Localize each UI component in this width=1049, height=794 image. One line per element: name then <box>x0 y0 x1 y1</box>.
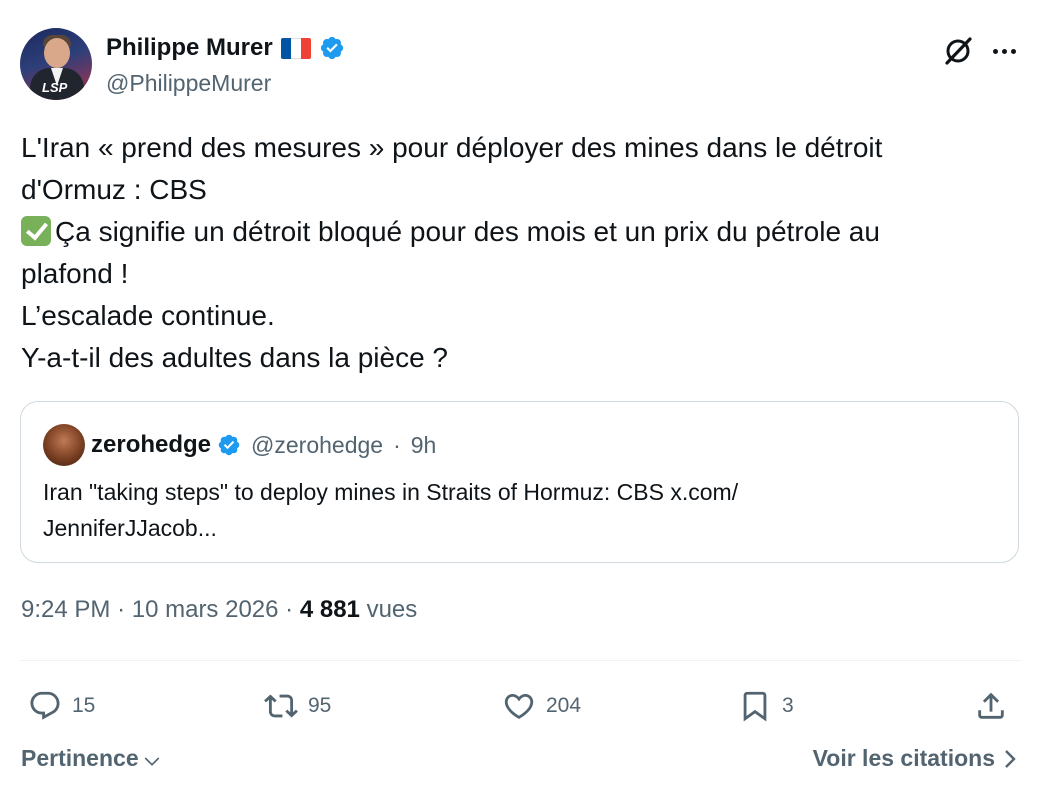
quote-line: Iran "taking steps" to deploy mines in S… <box>43 479 739 505</box>
quoted-tweet[interactable]: zerohedge @zerohedge · 9h Iran "taking s… <box>20 401 1019 563</box>
quote-separator: · <box>393 431 401 458</box>
divider <box>20 660 1021 661</box>
repost-count: 95 <box>308 694 332 717</box>
tweet-line: Ça signifie un détroit bloqué pour des m… <box>55 216 880 247</box>
sort-dropdown[interactable]: Pertinence <box>21 745 161 772</box>
tweet-line: d'Ormuz : CBS <box>21 174 207 205</box>
view-quotes-link[interactable]: Voir les citations <box>813 745 1017 772</box>
tweet-line-with-emoji: Ça signifie un détroit bloqué pour des m… <box>21 211 1021 253</box>
tweet-line: plafond ! <box>21 258 129 289</box>
tweet-date[interactable]: 10 mars 2026 <box>132 596 279 623</box>
author-handle[interactable]: @PhilippeMurer <box>106 70 271 97</box>
sort-label: Pertinence <box>21 745 139 771</box>
action-bar: 15 95 204 3 <box>20 684 1021 728</box>
share-button[interactable] <box>974 684 1008 728</box>
grok-icon[interactable] <box>941 34 975 68</box>
reply-count: 15 <box>72 694 96 717</box>
bookmark-count: 3 <box>782 694 794 717</box>
more-icon[interactable] <box>987 34 1021 68</box>
bookmark-icon <box>743 691 767 722</box>
views-count: 4 881 <box>299 596 360 623</box>
tweet-meta: 9:24 PM · 10 mars 2026 · 4 881 vues <box>21 596 417 624</box>
tweet-time[interactable]: 9:24 PM <box>21 596 110 623</box>
like-count: 204 <box>546 694 582 717</box>
tweet-text: L'Iran « prend des mesures » pour déploy… <box>21 127 1021 379</box>
quote-author-handle[interactable]: @zerohedge <box>251 432 383 459</box>
quote-line: JenniferJJacob... <box>43 515 217 541</box>
repost-button[interactable]: 95 <box>264 684 331 728</box>
tweet-line: L’escalade continue. <box>21 300 275 331</box>
chevron-down-icon <box>144 756 159 766</box>
quote-text: Iran "taking steps" to deploy mines in S… <box>43 474 993 546</box>
chevron-right-icon <box>1005 749 1016 768</box>
meta-separator: · <box>285 596 294 623</box>
author-name-row: Philippe Murer <box>106 32 345 64</box>
views-label: vues <box>366 596 418 623</box>
quote-header: zerohedge @zerohedge · 9h <box>43 427 436 463</box>
tweet-header: LSP Philippe Murer @PhilippeMurer <box>20 28 1029 102</box>
tweet-line: L'Iran « prend des mesures » pour déploy… <box>21 132 883 163</box>
reply-button[interactable]: 15 <box>28 684 95 728</box>
tweet-line: Y-a-t-il des adultes dans la pièce ? <box>21 342 448 373</box>
author-name[interactable]: Philippe Murer <box>106 34 273 62</box>
share-icon <box>978 692 1004 719</box>
author-avatar[interactable]: LSP <box>20 28 92 100</box>
avatar-logo: LSP <box>42 80 68 95</box>
view-quotes-label: Voir les citations <box>812 745 995 771</box>
reply-icon <box>30 691 60 720</box>
verified-badge-icon <box>218 434 240 456</box>
france-flag-icon <box>280 37 311 59</box>
meta-separator: · <box>117 596 126 623</box>
quote-time[interactable]: 9h <box>411 432 437 459</box>
like-button[interactable]: 204 <box>502 684 581 728</box>
verified-badge-icon <box>320 36 343 60</box>
quote-author-name[interactable]: zerohedge <box>43 431 211 459</box>
bookmark-button[interactable]: 3 <box>738 684 794 728</box>
repost-icon <box>264 694 298 718</box>
like-icon <box>504 693 534 719</box>
check-mark-emoji <box>21 216 51 246</box>
